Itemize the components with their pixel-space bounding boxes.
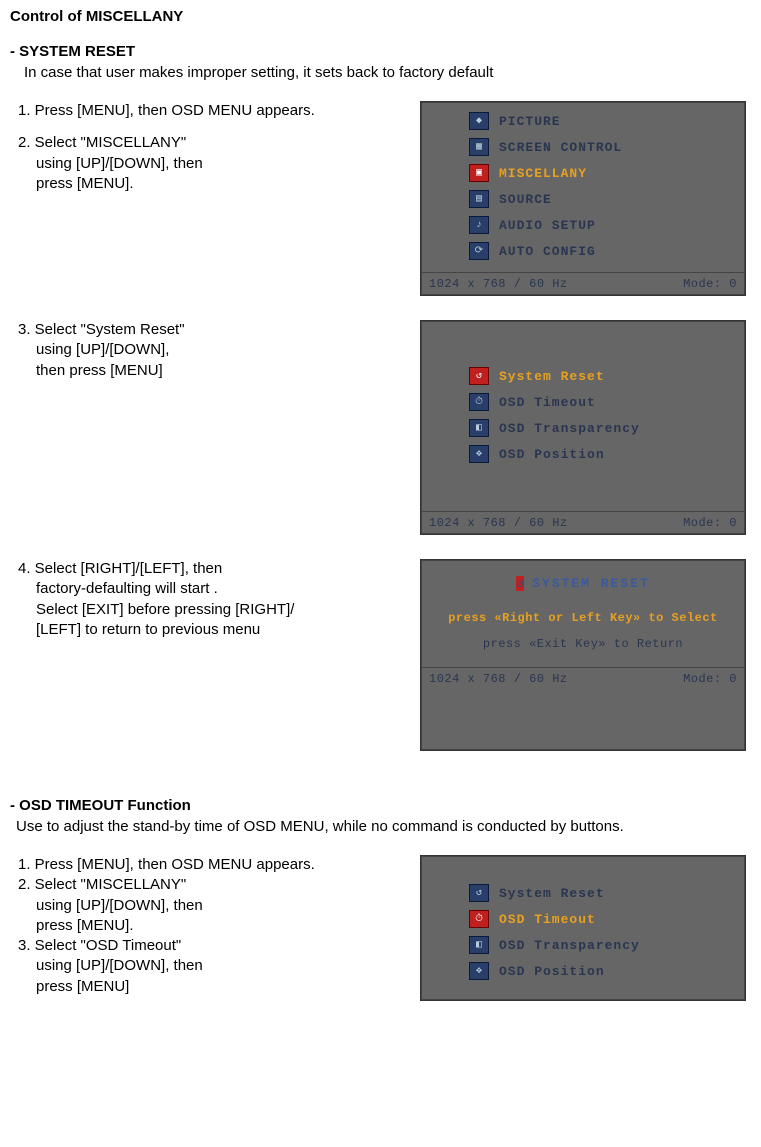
section-osd-timeout-heading: - OSD TIMEOUT Function	[10, 797, 751, 814]
osd-item-label: AUTO CONFIG	[499, 244, 596, 259]
osd-item-osd-timeout[interactable]: ⏱ OSD Timeout	[421, 906, 745, 932]
osd-item-audio-setup[interactable]: ♪ AUDIO SETUP	[421, 212, 745, 238]
osd-reset-instruction-select: press «Right or Left Key» to Select	[421, 609, 745, 627]
osd-reset-title: SYSTEM RESET	[532, 576, 650, 591]
step-3-line3: then press [MENU]	[36, 361, 420, 381]
s2-step-3-line2: using [UP]/[DOWN], then	[36, 956, 420, 976]
osd-item-system-reset[interactable]: ↺ System Reset	[421, 363, 745, 389]
step-4-line4: [LEFT] to return to previous menu	[36, 620, 420, 640]
auto-icon: ⟳	[469, 242, 489, 260]
section-system-reset-desc: In case that user makes improper setting…	[24, 64, 751, 81]
transparency-icon: ◧	[469, 419, 489, 437]
osd-item-osd-position[interactable]: ✥ OSD Position	[421, 441, 745, 467]
step-2-line1: 2. Select "MISCELLANY"	[18, 133, 420, 153]
row-step1-2: 1. Press [MENU], then OSD MENU appears. …	[10, 101, 751, 296]
timeout-icon: ⏱	[469, 393, 489, 411]
osd-item-system-reset[interactable]: ↺ System Reset	[421, 880, 745, 906]
s2-step-3-line3: press [MENU]	[36, 977, 420, 997]
osd-item-osd-timeout[interactable]: ⏱ OSD Timeout	[421, 389, 745, 415]
step-3-line2: using [UP]/[DOWN],	[36, 340, 420, 360]
section-system-reset-heading: - SYSTEM RESET	[10, 43, 751, 60]
osd-reset-instruction-return: press «Exit Key» to Return	[421, 635, 745, 653]
osd-item-label: SCREEN CONTROL	[499, 140, 622, 155]
step-4-line1: 4. Select [RIGHT]/[LEFT], then	[18, 559, 420, 579]
osd-item-label: SOURCE	[499, 192, 552, 207]
step-3-line1: 3. Select "System Reset"	[18, 320, 420, 340]
osd-item-osd-transparency[interactable]: ◧ OSD Transparency	[421, 932, 745, 958]
position-icon: ✥	[469, 445, 489, 463]
osd-item-label: System Reset	[499, 369, 605, 384]
screen-icon: ▦	[469, 138, 489, 156]
osd-item-label: OSD Position	[499, 447, 605, 462]
osd-item-picture[interactable]: ◆ PICTURE	[421, 108, 745, 134]
source-icon: ▤	[469, 190, 489, 208]
step-2-line2: using [UP]/[DOWN], then	[36, 154, 420, 174]
osd-main-menu: ◆ PICTURE ▦ SCREEN CONTROL ▣ MISCELLANY …	[420, 101, 746, 296]
row-step3: 3. Select "System Reset" using [UP]/[DOW…	[10, 320, 751, 535]
position-icon: ✥	[469, 962, 489, 980]
osd-item-label: MISCELLANY	[499, 166, 587, 181]
osd-statusbar: 1024 x 768 / 60 Hz Mode: 0	[421, 511, 745, 530]
osd-item-label: System Reset	[499, 886, 605, 901]
osd-item-osd-position[interactable]: ✥ OSD Position	[421, 958, 745, 984]
osd-item-miscellany[interactable]: ▣ MISCELLANY	[421, 160, 745, 186]
osd-system-reset-confirm: ↺ SYSTEM RESET press «Right or Left Key»…	[420, 559, 746, 751]
timeout-icon: ⏱	[469, 910, 489, 928]
osd-item-auto-config[interactable]: ⟳ AUTO CONFIG	[421, 238, 745, 264]
osd-item-screen-control[interactable]: ▦ SCREEN CONTROL	[421, 134, 745, 160]
step-2-line3: press [MENU].	[36, 174, 420, 194]
osd-status-right: Mode: 0	[683, 516, 737, 530]
transparency-icon: ◧	[469, 936, 489, 954]
step-4-line2: factory-defaulting will start .	[36, 579, 420, 599]
osd-status-left: 1024 x 768 / 60 Hz	[429, 672, 568, 686]
step-1-text: 1. Press [MENU], then OSD MENU appears.	[18, 101, 420, 121]
reset-icon: ↺	[469, 367, 489, 385]
osd-statusbar: 1024 x 768 / 60 Hz Mode: 0	[421, 272, 745, 291]
osd-misc-menu-reset-selected: ↺ System Reset ⏱ OSD Timeout ◧ OSD Trans…	[420, 320, 746, 535]
section-osd-timeout-desc: Use to adjust the stand-by time of OSD M…	[16, 818, 751, 835]
osd-item-label: OSD Timeout	[499, 912, 596, 927]
osd-status-left: 1024 x 768 / 60 Hz	[429, 516, 568, 530]
s2-step-2-line1: 2. Select "MISCELLANY"	[18, 875, 420, 895]
osd-item-label: PICTURE	[499, 114, 561, 129]
misc-icon: ▣	[469, 164, 489, 182]
osd-item-label: OSD Timeout	[499, 395, 596, 410]
s2-step-1: 1. Press [MENU], then OSD MENU appears.	[18, 855, 420, 875]
s2-step-2-line3: press [MENU].	[36, 916, 420, 936]
osd-item-osd-transparency[interactable]: ◧ OSD Transparency	[421, 415, 745, 441]
s2-step-2-line2: using [UP]/[DOWN], then	[36, 896, 420, 916]
osd-status-left: 1024 x 768 / 60 Hz	[429, 277, 568, 291]
reset-icon: ↺	[516, 576, 524, 591]
audio-icon: ♪	[469, 216, 489, 234]
reset-icon: ↺	[469, 884, 489, 902]
picture-icon: ◆	[469, 112, 489, 130]
osd-item-label: OSD Transparency	[499, 421, 640, 436]
osd-status-right: Mode: 0	[683, 277, 737, 291]
osd-item-label: OSD Position	[499, 964, 605, 979]
step-4-line3: Select [EXIT] before pressing [RIGHT]/	[36, 600, 420, 620]
osd-item-label: AUDIO SETUP	[499, 218, 596, 233]
osd-statusbar: 1024 x 768 / 60 Hz Mode: 0	[421, 667, 745, 686]
osd-item-source[interactable]: ▤ SOURCE	[421, 186, 745, 212]
s2-step-3-line1: 3. Select "OSD Timeout"	[18, 936, 420, 956]
osd-status-right: Mode: 0	[683, 672, 737, 686]
osd-misc-menu-timeout-selected: ↺ System Reset ⏱ OSD Timeout ◧ OSD Trans…	[420, 855, 746, 1001]
page-title: Control of MISCELLANY	[10, 8, 751, 25]
row-step4: 4. Select [RIGHT]/[LEFT], then factory-d…	[10, 559, 751, 751]
row-osd-timeout-steps: 1. Press [MENU], then OSD MENU appears. …	[10, 855, 751, 1001]
osd-item-label: OSD Transparency	[499, 938, 640, 953]
